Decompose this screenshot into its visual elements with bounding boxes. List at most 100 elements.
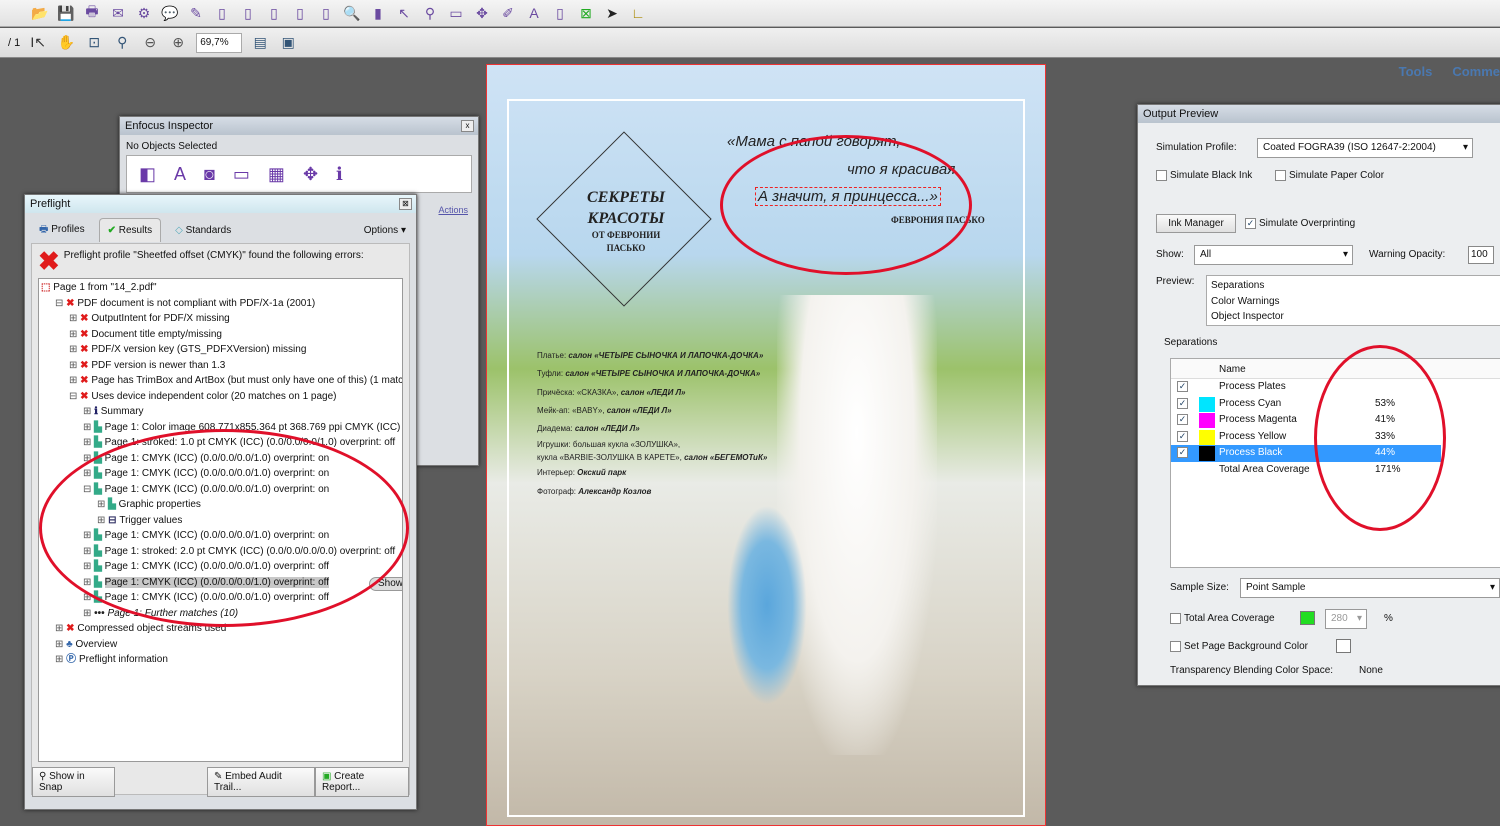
expand-toggle[interactable]: ⊞ — [83, 608, 94, 619]
expand-toggle[interactable]: ⊞ — [69, 329, 80, 340]
plate-checkbox[interactable]: ✓ — [1177, 397, 1188, 409]
tree-item[interactable]: ⊞ ✖ Document title empty/missing — [39, 327, 402, 343]
tab-profiles[interactable]: 🖶 Profiles — [31, 218, 93, 243]
warning-opacity-input[interactable]: 100 — [1468, 246, 1494, 264]
text-icon[interactable]: A — [524, 3, 544, 23]
object-icon[interactable]: ◧ — [139, 164, 156, 185]
expand-toggle[interactable]: ⊞ — [83, 406, 94, 417]
measure-icon[interactable]: ∟ — [628, 3, 648, 23]
zoom-out-icon[interactable]: ⊖ — [140, 33, 160, 53]
document-icon[interactable]: ▯ — [238, 3, 258, 23]
open-icon[interactable]: 📂 — [30, 3, 50, 23]
ink-manager-button[interactable]: Ink Manager — [1156, 214, 1236, 233]
close-icon[interactable]: x — [461, 120, 474, 132]
preview-option[interactable]: Color Warnings — [1211, 294, 1500, 310]
expand-toggle[interactable]: ⊞ — [69, 360, 80, 371]
show-select[interactable]: All — [1194, 245, 1353, 265]
error-icon: ✖ — [80, 390, 92, 402]
create-report-button[interactable]: ▣ Create Report... — [314, 767, 409, 797]
simulate-overprinting-checkbox[interactable]: ✓ Simulate Overprinting — [1245, 218, 1355, 229]
select-arrow-icon[interactable]: ↖ — [394, 3, 414, 23]
document-icon[interactable]: ▯ — [550, 3, 570, 23]
show-in-snap-button[interactable]: ⚲ Show in Snap — [32, 767, 115, 797]
plate-checkbox[interactable]: ✓ — [1177, 381, 1188, 392]
fit-page-icon[interactable]: ▣ — [278, 33, 298, 53]
zoom-in-icon[interactable]: ⊕ — [168, 33, 188, 53]
email-icon[interactable]: ✉ — [108, 3, 128, 23]
expand-toggle[interactable]: ⊞ — [55, 639, 66, 650]
simulate-black-ink-checkbox[interactable]: Simulate Black Ink — [1156, 170, 1252, 181]
tree-item[interactable]: ⊞ ✖ Page has TrimBox and ArtBox (but mus… — [39, 373, 402, 389]
info-icon[interactable]: ℹ — [336, 164, 343, 185]
position-icon[interactable]: ✥ — [303, 164, 318, 185]
total-area-coverage-checkbox[interactable]: Total Area Coverage — [1170, 613, 1275, 624]
save-icon[interactable]: 💾 — [56, 3, 76, 23]
pointer-icon[interactable]: ➤ — [602, 3, 622, 23]
zoom-input[interactable]: 69,7% — [196, 32, 243, 53]
inspector-icon[interactable]: 🔍 — [342, 3, 362, 23]
close-icon[interactable]: ⊠ — [399, 198, 412, 210]
expand-toggle[interactable]: ⊟ — [55, 298, 66, 309]
simulation-profile-select[interactable]: Coated FOGRA39 (ISO 12647-2:2004) — [1257, 138, 1473, 158]
text-select-icon[interactable]: I↖ — [28, 33, 48, 53]
expand-toggle[interactable]: ⊟ — [69, 391, 80, 402]
plate-checkbox[interactable]: ✓ — [1177, 430, 1188, 442]
print-icon[interactable]: 🖶 — [82, 3, 102, 23]
document-icon[interactable]: ▯ — [316, 3, 336, 23]
expand-toggle[interactable]: ⊞ — [69, 375, 80, 386]
text-icon[interactable]: A — [174, 164, 186, 185]
expand-toggle[interactable]: ⊞ — [69, 313, 80, 324]
preview-option[interactable]: Separations — [1211, 278, 1500, 294]
eyedropper-icon[interactable]: ⚲ — [420, 3, 440, 23]
tree-item[interactable]: ⊞ ♣ Overview — [39, 637, 402, 653]
dynamic-zoom-icon[interactable]: ⚲ — [112, 33, 132, 53]
document-icon[interactable]: ▯ — [264, 3, 284, 23]
expand-toggle[interactable]: ⊞ — [69, 344, 80, 355]
camera-icon[interactable]: ◙ — [204, 164, 215, 185]
tools-button[interactable]: Tools — [1399, 64, 1433, 79]
edit-text-icon[interactable]: ✎ — [186, 3, 206, 23]
document-icon[interactable]: ▯ — [290, 3, 310, 23]
color-icon[interactable]: ▦ — [268, 164, 285, 185]
monitor-icon[interactable]: ▭ — [233, 164, 250, 185]
comment-button[interactable]: Comme — [1452, 64, 1500, 79]
edit-icon[interactable]: ✐ — [498, 3, 518, 23]
tree-item[interactable]: ⊟ ✖ PDF document is not compliant with P… — [39, 296, 402, 312]
document-icon[interactable]: ▯ — [212, 3, 232, 23]
image-icon[interactable]: ⊠ — [576, 3, 596, 23]
hand-icon[interactable]: ✋ — [56, 33, 76, 53]
page-background-checkbox[interactable]: Set Page Background Color — [1170, 641, 1308, 652]
preview-option[interactable]: Object Inspector — [1211, 309, 1500, 325]
marquee-zoom-icon[interactable]: ⊡ — [84, 33, 104, 53]
ruler-icon[interactable]: ▭ — [446, 3, 466, 23]
plate-checkbox[interactable]: ✓ — [1177, 447, 1188, 458]
tree-item[interactable]: ⊞ Ⓟ Preflight information — [39, 652, 402, 668]
tab-results[interactable]: ✔ Results — [98, 218, 162, 242]
simulate-paper-color-checkbox[interactable]: Simulate Paper Color — [1275, 170, 1384, 181]
tree-item[interactable]: ⊞ ✖ OutputIntent for PDF/X missing — [39, 311, 402, 327]
plate-checkbox[interactable]: ✓ — [1177, 414, 1188, 425]
diamond-subtitle-2: ПАСЬКО — [606, 243, 646, 253]
preflight-icon[interactable]: ▮ — [368, 3, 388, 23]
tree-item[interactable]: ⊟ ✖ Uses device independent color (20 ma… — [39, 389, 402, 405]
expand-toggle[interactable]: ⊞ — [83, 437, 94, 448]
comment-icon[interactable]: 💬 — [160, 3, 180, 23]
tab-standards[interactable]: ◇ Standards — [167, 221, 239, 240]
tree-item[interactable]: ⊞ ✖ PDF version is newer than 1.3 — [39, 358, 402, 374]
tree-item[interactable]: ⬚ Page 1 from "14_2.pdf" — [39, 280, 402, 296]
background-color-swatch[interactable] — [1336, 639, 1351, 653]
embed-audit-trail-button[interactable]: ✎ Embed Audit Trail... — [206, 767, 315, 797]
actions-menu[interactable]: Actions — [438, 205, 468, 215]
fit-width-icon[interactable]: ▤ — [250, 33, 270, 53]
move-icon[interactable]: ✥ — [472, 3, 492, 23]
tac-value-select[interactable]: 280 — [1325, 609, 1367, 629]
options-menu[interactable]: Options ▾ — [364, 225, 410, 236]
sample-size-select[interactable]: Point Sample — [1240, 578, 1500, 598]
tree-item[interactable]: ⊞ ℹ Summary — [39, 404, 402, 420]
expand-toggle[interactable]: ⊞ — [55, 623, 66, 634]
gear-icon[interactable]: ⚙ — [134, 3, 154, 23]
expand-toggle[interactable]: ⊞ — [55, 654, 66, 665]
tac-color-swatch[interactable] — [1300, 611, 1315, 625]
expand-toggle[interactable]: ⊞ — [83, 422, 94, 433]
tree-item[interactable]: ⊞ ✖ PDF/X version key (GTS_PDFXVersion) … — [39, 342, 402, 358]
